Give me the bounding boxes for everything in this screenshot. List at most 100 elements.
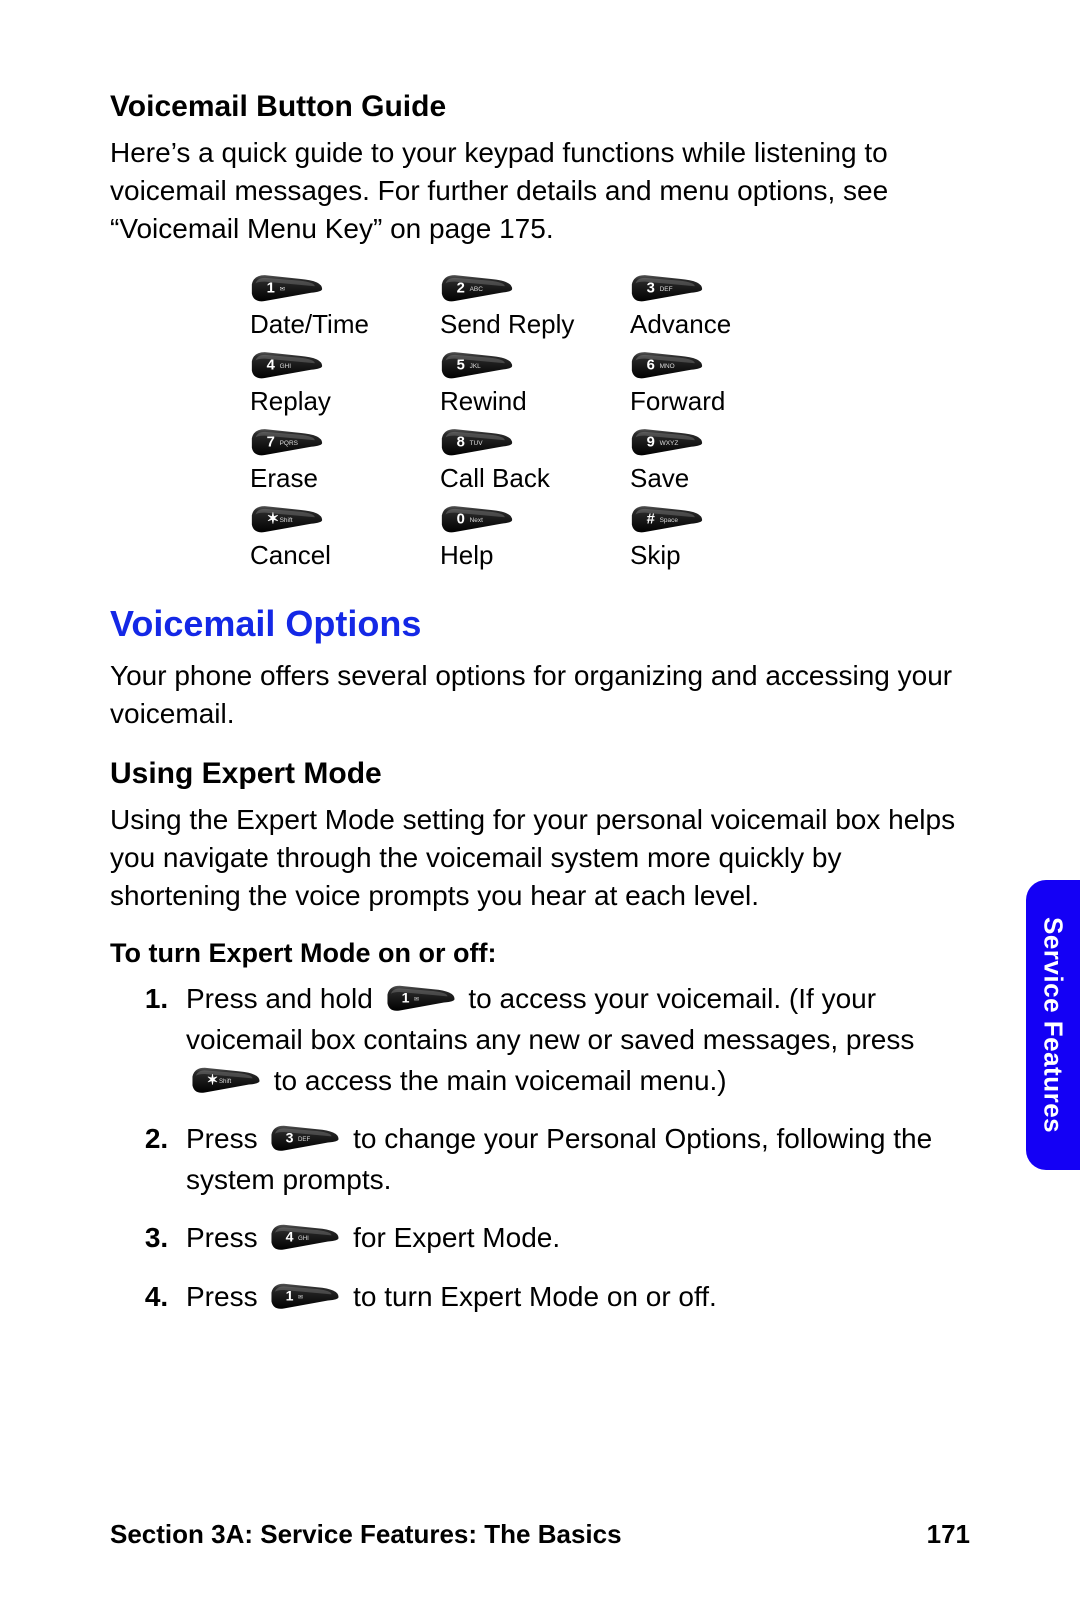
step-1-text-c: to access the main voicemail menu.) xyxy=(274,1065,727,1096)
keypad-cell: 4 GHI Replay xyxy=(250,348,430,425)
svg-text:TUV: TUV xyxy=(470,440,484,447)
svg-text:GHI: GHI xyxy=(280,363,292,370)
svg-text:Next: Next xyxy=(470,517,484,524)
step-3: Press 4 GHI for Expert Mode. xyxy=(176,1218,970,1259)
svg-text:GHI: GHI xyxy=(298,1235,309,1242)
keypad-cell: 3 DEF Advance xyxy=(630,271,810,348)
step-3-text-a: Press xyxy=(186,1222,265,1253)
side-tab-label: Service Features xyxy=(1038,917,1069,1133)
page-footer: Section 3A: Service Features: The Basics… xyxy=(110,1519,970,1550)
key-label: Save xyxy=(630,463,810,494)
key-8-icon: 8 TUV xyxy=(440,427,514,459)
step-4: Press 1✉ to turn Expert Mode on or off. xyxy=(176,1277,970,1318)
step-2: Press 3DEF to change your Personal Optio… xyxy=(176,1119,970,1200)
heading-expert-mode: Using Expert Mode xyxy=(110,757,970,791)
key-7-icon: 7 PQRS xyxy=(250,427,324,459)
step-3-text-b: for Expert Mode. xyxy=(353,1222,560,1253)
side-tab: Service Features xyxy=(1026,880,1080,1170)
svg-text:4: 4 xyxy=(267,358,276,374)
expert-intro: Using the Expert Mode setting for your p… xyxy=(110,801,970,914)
svg-text:0: 0 xyxy=(457,512,465,528)
svg-text:5: 5 xyxy=(457,358,465,374)
toggle-heading: To turn Expert Mode on or off: xyxy=(110,938,970,969)
svg-text:4: 4 xyxy=(286,1229,294,1245)
heading-button-guide: Voicemail Button Guide xyxy=(110,90,970,124)
keypad-cell: 7 PQRS Erase xyxy=(250,425,430,502)
step-1: Press and hold 1✉ to access your voicema… xyxy=(176,979,970,1101)
key-2-icon: 2 ABC xyxy=(440,273,514,305)
key-0-icon: 0 Next xyxy=(440,504,514,536)
key-1-icon: 1✉ xyxy=(250,273,324,305)
keypad-cell: 6 MNO Forward xyxy=(630,348,810,425)
svg-text:JKL: JKL xyxy=(470,363,482,370)
keypad-cell: 2 ABC Send Reply xyxy=(440,271,620,348)
key-1b-icon: 1✉ xyxy=(269,1282,341,1312)
step-2-text-a: Press xyxy=(186,1123,265,1154)
key-star-icon: ✶Shift xyxy=(190,1066,262,1096)
key-4-icon: 4 GHI xyxy=(250,350,324,382)
keypad-cell: 0 Next Help xyxy=(440,502,620,579)
svg-text:✉: ✉ xyxy=(298,1294,303,1301)
svg-text:✉: ✉ xyxy=(414,996,419,1003)
svg-text:✶: ✶ xyxy=(267,512,279,528)
svg-text:1: 1 xyxy=(286,1287,294,1303)
svg-text:7: 7 xyxy=(267,435,275,451)
svg-text:✶: ✶ xyxy=(207,1071,219,1087)
intro-text: Here’s a quick guide to your keypad func… xyxy=(110,134,970,247)
key-label: Cancel xyxy=(250,540,430,571)
svg-text:ABC: ABC xyxy=(470,286,484,293)
key-label: Help xyxy=(440,540,620,571)
keypad-cell: #Space Skip xyxy=(630,502,810,579)
key-label: Forward xyxy=(630,386,810,417)
svg-text:Shift: Shift xyxy=(280,517,293,524)
step-4-text-b: to turn Expert Mode on or off. xyxy=(353,1281,717,1312)
key-label: Date/Time xyxy=(250,309,430,340)
key-#-icon: #Space xyxy=(630,504,704,536)
key-1-icon: 1✉ xyxy=(385,984,457,1014)
keypad-cell: ✶Shift Cancel xyxy=(250,502,430,579)
svg-text:1: 1 xyxy=(267,281,275,297)
key-5-icon: 5 JKL xyxy=(440,350,514,382)
svg-text:1: 1 xyxy=(401,990,409,1006)
svg-text:DEF: DEF xyxy=(298,1136,311,1143)
svg-text:2: 2 xyxy=(457,281,465,297)
keypad-grid: 1✉Date/Time2ABCSend Reply3DEFAdvance4GHI… xyxy=(250,271,970,579)
key-3-icon: 3 DEF xyxy=(269,1124,341,1154)
keypad-cell: 9 WXYZ Save xyxy=(630,425,810,502)
svg-text:Shift: Shift xyxy=(219,1077,232,1084)
key-✶-icon: ✶Shift xyxy=(250,504,324,536)
key-label: Advance xyxy=(630,309,810,340)
key-6-icon: 6 MNO xyxy=(630,350,704,382)
key-4-icon: 4 GHI xyxy=(269,1223,341,1253)
svg-text:WXYZ: WXYZ xyxy=(660,440,679,447)
footer-section: Section 3A: Service Features: The Basics xyxy=(110,1519,622,1550)
key-label: Erase xyxy=(250,463,430,494)
key-label: Rewind xyxy=(440,386,620,417)
svg-text:3: 3 xyxy=(286,1130,294,1146)
keypad-cell: 8 TUV Call Back xyxy=(440,425,620,502)
svg-text:3: 3 xyxy=(647,281,655,297)
svg-text:6: 6 xyxy=(647,358,655,374)
keypad-cell: 1✉Date/Time xyxy=(250,271,430,348)
key-label: Call Back xyxy=(440,463,620,494)
steps-list: Press and hold 1✉ to access your voicema… xyxy=(110,979,970,1317)
step-1-text-a: Press and hold xyxy=(186,983,381,1014)
svg-text:✉: ✉ xyxy=(280,286,285,293)
page-content: Voicemail Button Guide Here’s a quick gu… xyxy=(0,0,1080,1396)
key-3-icon: 3 DEF xyxy=(630,273,704,305)
key-label: Replay xyxy=(250,386,430,417)
svg-text:PQRS: PQRS xyxy=(280,440,299,447)
key-label: Skip xyxy=(630,540,810,571)
heading-voicemail-options: Voicemail Options xyxy=(110,603,970,645)
svg-text:9: 9 xyxy=(647,435,655,451)
key-label: Send Reply xyxy=(440,309,620,340)
svg-text:Space: Space xyxy=(660,517,679,524)
footer-page-number: 171 xyxy=(927,1519,970,1550)
svg-text:DEF: DEF xyxy=(660,286,673,293)
key-9-icon: 9 WXYZ xyxy=(630,427,704,459)
svg-text:8: 8 xyxy=(457,435,465,451)
svg-text:MNO: MNO xyxy=(660,363,675,370)
step-4-text-a: Press xyxy=(186,1281,265,1312)
keypad-cell: 5 JKL Rewind xyxy=(440,348,620,425)
options-intro: Your phone offers several options for or… xyxy=(110,657,970,733)
